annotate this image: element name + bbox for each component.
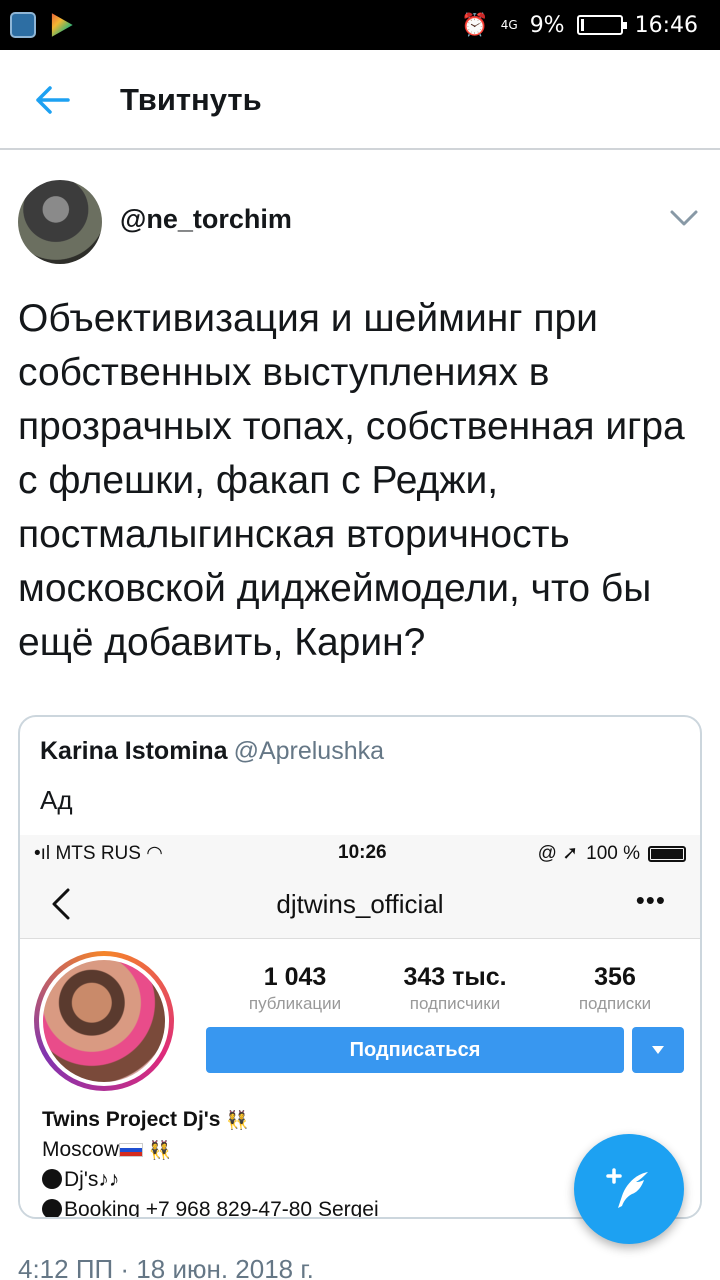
clock: 16:46 [634, 12, 698, 38]
chevron-down-icon[interactable] [668, 206, 700, 230]
network-indicator: 4G [500, 18, 518, 32]
quoted-author-username: @Aprelushka [233, 737, 385, 765]
black-circle-icon [42, 1199, 62, 1217]
compose-tweet-button[interactable] [574, 1134, 684, 1244]
tweet-timestamp: 4:12 ПП · 18 июн. 2018 г. [18, 1254, 314, 1280]
image-battery-icon [648, 845, 686, 862]
image-profile-name: djtwins_official [276, 889, 444, 919]
image-battery: @ ➚ 100 % [538, 842, 686, 865]
image-profile-bio: Twins Project Dj's 👯 Moscow 👯 Dj's♪♪ Boo… [42, 1108, 379, 1219]
status-bar: ⏰ 4G 9% 16:46 [0, 0, 720, 50]
battery-icon [576, 15, 627, 35]
app-bar: Твитнуть [0, 50, 720, 150]
signal-icon: •ıl [34, 843, 56, 864]
black-circle-icon [42, 1169, 62, 1189]
image-profile-avatar [34, 951, 174, 1091]
quill-plus-icon [606, 1168, 648, 1208]
lock-rotation-icon: @ ➚ [537, 843, 579, 864]
gallery-app-icon [10, 12, 36, 38]
quoted-header: Karina Istomina @Aprelushka [40, 737, 384, 766]
author-avatar[interactable] [18, 180, 102, 264]
battery-percent: 9% [529, 12, 565, 38]
author-handle[interactable]: @ne_torchim [120, 204, 292, 235]
image-more-icon: ••• [635, 885, 666, 915]
tweet-text: Объективизация и шейминг при собственных… [18, 297, 685, 664]
back-arrow-icon[interactable] [32, 80, 72, 120]
dancers-emoji-icon: 👯 [226, 1110, 249, 1130]
image-nav-bar: djtwins_official ••• [20, 869, 700, 939]
russia-flag-icon [119, 1143, 144, 1158]
music-notes-icon: ♪♪ [98, 1168, 120, 1191]
quoted-text: Ад [40, 785, 73, 815]
stat-following: 356 подписки [578, 963, 652, 1013]
image-profile-stats: 1 043 публикации 343 тыс. подписчики 356… [220, 963, 690, 1014]
quoted-author-name: Karina Istomina [40, 737, 228, 765]
stat-followers: 343 тыс. подписчики [403, 963, 507, 1013]
image-status-bar: •ıl MTS RUS ◠ 10:26 @ ➚ 100 % [20, 835, 700, 869]
notification-icons [10, 12, 74, 38]
play-store-icon [51, 13, 73, 37]
image-dropdown-icon [632, 1027, 684, 1073]
stat-posts: 1 043 публикации [248, 963, 342, 1013]
alarm-icon: ⏰ [461, 12, 489, 38]
system-status: ⏰ 4G 9% 16:46 [461, 13, 698, 38]
page-title: Твитнуть [120, 82, 262, 117]
image-follow-button: Подписаться [206, 1027, 624, 1073]
dancers-emoji-icon: 👯 [148, 1140, 172, 1160]
image-carrier: •ıl MTS RUS ◠ [34, 843, 163, 864]
wifi-icon: ◠ [146, 843, 163, 864]
image-time: 10:26 [338, 842, 387, 863]
